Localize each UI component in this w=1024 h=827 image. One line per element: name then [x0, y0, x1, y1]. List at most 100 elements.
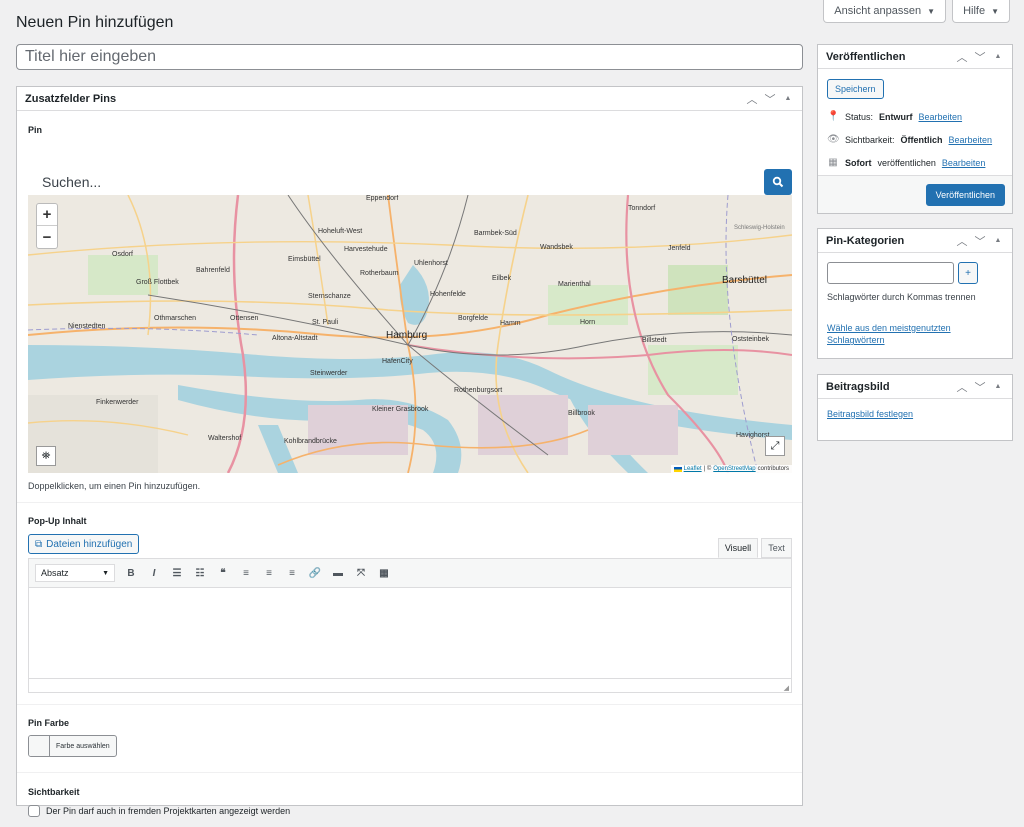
add-media-label: Dateien hinzufügen [46, 538, 133, 550]
toggle-panel-icon[interactable]: ▲ [992, 53, 1004, 60]
visibility-option: Der Pin darf auch in fremden Projektkart… [28, 805, 290, 817]
caret-down-icon: ▼ [991, 6, 999, 16]
post-title-input[interactable]: Titel hier eingeben [16, 44, 803, 70]
color-picker-label: Farbe auswählen [56, 742, 110, 750]
zoom-out-button[interactable]: − [37, 226, 57, 248]
tab-visual[interactable]: Visuell [718, 538, 758, 558]
map-label: Rothenburgsort [454, 387, 503, 394]
align-left-icon[interactable]: ≡ [239, 568, 253, 579]
align-center-icon[interactable]: ≡ [262, 568, 276, 579]
featured-image-header: Beitragsbild ︿ ﹀ ▲ [818, 375, 1012, 399]
osm-link[interactable]: OpenStreetMap [713, 466, 755, 472]
fullscreen-icon: ⤢ [770, 439, 780, 452]
box-handles: ︿ ﹀ ▲ [956, 49, 1004, 65]
map-label: Othmarschen [154, 315, 197, 322]
fullscreen-icon[interactable]: ⤧ [354, 568, 368, 579]
move-up-icon[interactable]: ︿ [746, 91, 758, 107]
read-more-icon[interactable]: ▬ [331, 568, 345, 579]
resize-handle-icon[interactable]: ◢ [784, 684, 789, 692]
publish-actions: Veröffentlichen [818, 175, 1012, 213]
visibility-checkbox[interactable] [28, 805, 40, 817]
toolbar-toggle-icon[interactable]: ▦ [377, 568, 391, 579]
format-select[interactable]: Absatz ▼ [35, 564, 115, 582]
locate-button[interactable]: ⛯ [36, 446, 56, 466]
move-up-icon[interactable]: ︿ [956, 233, 968, 249]
calendar-icon: ▦ [828, 157, 838, 168]
caret-down-icon: ▼ [927, 6, 936, 16]
map-search-button[interactable] [764, 169, 792, 195]
help-button[interactable]: Hilfe ▼ [952, 0, 1010, 23]
editor-content[interactable]: ◢ [28, 588, 792, 693]
flag-icon [673, 466, 682, 472]
move-up-icon[interactable]: ︿ [956, 49, 968, 65]
caret-down-icon: ▼ [102, 569, 109, 577]
move-down-icon[interactable]: ﹀ [974, 233, 986, 249]
map-label: Sternschanze [308, 293, 351, 300]
map-canvas[interactable]: Eppendorf Tonndorf Hoheluft-West Barmbek… [28, 195, 792, 473]
color-picker-button[interactable]: Farbe auswählen [28, 735, 117, 757]
tag-input[interactable] [827, 262, 954, 284]
toggle-panel-icon[interactable]: ▲ [992, 383, 1004, 390]
move-up-icon[interactable]: ︿ [956, 379, 968, 395]
numbered-list-icon[interactable]: ☷ [193, 568, 207, 579]
map-label: Barsbüttel [722, 275, 768, 286]
most-used-tags-link[interactable]: Wähle aus den meistgenutzten Schlagwörte… [827, 322, 1003, 346]
box-handles: ︿ ﹀ ▲ [746, 91, 794, 107]
publish-button[interactable]: Veröffentlichen [925, 183, 1005, 206]
edit-visibility-link[interactable]: Bearbeiten [949, 135, 993, 145]
move-down-icon[interactable]: ﹀ [974, 379, 986, 395]
publish-header: Veröffentlichen ︿ ﹀ ▲ [818, 45, 1012, 69]
map-label: Hoheluft-West [318, 228, 363, 235]
align-right-icon[interactable]: ≡ [285, 568, 299, 579]
bullet-list-icon[interactable]: ☰ [170, 568, 184, 579]
leaflet-link[interactable]: Leaflet [684, 466, 702, 472]
map-label: Ottensen [230, 315, 259, 322]
attribution-sep: | © [703, 466, 712, 472]
map-hint: Doppelklicken, um einen Pin hinzuzufügen… [28, 481, 201, 491]
tag-add-button[interactable]: + [958, 262, 978, 284]
blockquote-icon[interactable]: ❝ [216, 568, 230, 579]
map-label: St. Pauli [312, 319, 339, 326]
publish-box: Veröffentlichen ︿ ﹀ ▲ Speichern 📍 Status… [817, 44, 1013, 214]
custom-fields-header: Zusatzfelder Pins ︿ ﹀ ▲ [17, 87, 802, 111]
italic-icon[interactable]: I [147, 568, 161, 579]
fullscreen-button[interactable]: ⤢ [765, 436, 785, 456]
save-draft-button[interactable]: Speichern [827, 79, 884, 99]
screen-meta: Ansicht anpassen ▼ Hilfe ▼ [823, 0, 1010, 23]
status-row: 📍 Status: Entwurf Bearbeiten [827, 111, 1003, 122]
edit-status-link[interactable]: Bearbeiten [919, 112, 963, 122]
map-label: Rotherbaum [360, 270, 399, 277]
pin-section: Pin Suchen... Eppendorf Tonndorf Hoheluf… [17, 111, 802, 503]
toggle-panel-icon[interactable]: ▲ [782, 95, 794, 102]
zoom-in-button[interactable]: + [37, 204, 57, 226]
map-label: Finkenwerder [96, 399, 139, 406]
map-label: Waltershof [208, 435, 242, 442]
map-search-input[interactable]: Suchen... [28, 174, 764, 190]
add-media-button[interactable]: ⧉ Dateien hinzufügen [28, 534, 140, 554]
edit-schedule-link[interactable]: Bearbeiten [942, 158, 986, 168]
zoom-control: + − [36, 203, 58, 249]
move-down-icon[interactable]: ﹀ [764, 91, 776, 107]
pin-categories-header: Pin-Kategorien ︿ ﹀ ▲ [818, 229, 1012, 253]
link-icon[interactable]: 🔗 [308, 568, 322, 579]
pin-icon: 📍 [827, 111, 840, 122]
map-label: Kohlbrandbrücke [284, 438, 337, 445]
map-label: Hamburg [386, 330, 428, 341]
bold-icon[interactable]: B [124, 568, 138, 579]
map-label: Eimsbüttel [288, 256, 321, 263]
map-label: Schleswig-Holstein [734, 225, 785, 231]
set-featured-image-link[interactable]: Beitragsbild festlegen [827, 409, 1003, 419]
toggle-panel-icon[interactable]: ▲ [992, 237, 1004, 244]
box-handles: ︿ ﹀ ▲ [956, 379, 1004, 395]
screen-options-button[interactable]: Ansicht anpassen ▼ [823, 0, 947, 23]
tab-text[interactable]: Text [761, 538, 792, 558]
move-down-icon[interactable]: ﹀ [974, 49, 986, 65]
map-label: Marienthal [558, 281, 591, 288]
editor-toolbar: Absatz ▼ B I ☰ ☷ ❝ ≡ ≡ ≡ 🔗 ▬ ⤧ ▦ [28, 558, 792, 588]
map-label: Osdorf [112, 251, 134, 258]
map-label: Billbrook [568, 410, 595, 417]
editor-statusbar: ◢ [29, 678, 791, 692]
map-label: Bahrenfeld [196, 267, 230, 274]
media-icon: ⧉ [35, 538, 43, 550]
visibility-section: Sichtbarkeit Der Pin darf auch in fremde… [17, 773, 802, 827]
